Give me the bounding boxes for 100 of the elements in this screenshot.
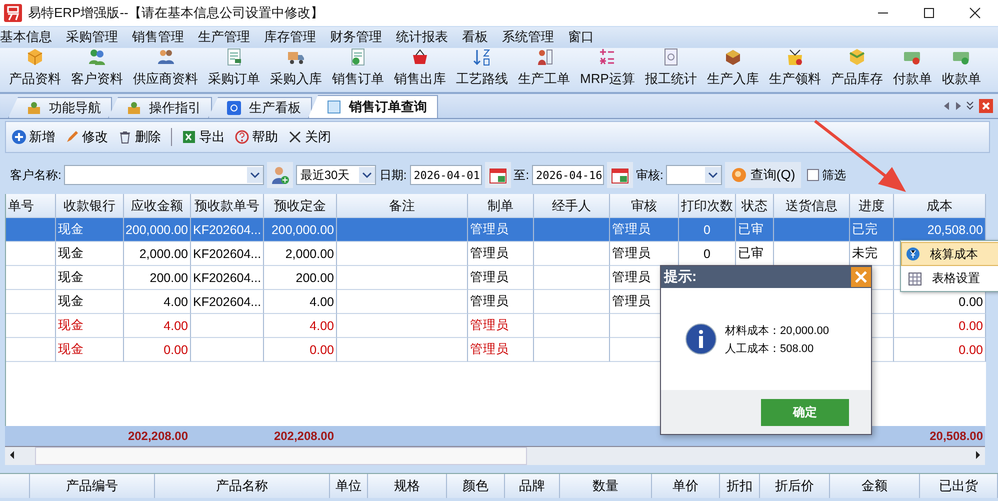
message-text: 人工成本：508.00 <box>725 342 815 356</box>
menu-item[interactable]: 生产管理 <box>198 28 258 46</box>
calendar-button[interactable] <box>607 162 634 188</box>
ok-button[interactable]: 确定 <box>761 398 849 426</box>
dropdown-icon <box>359 167 376 183</box>
toolbar-button[interactable]: 销售订单 <box>327 48 389 92</box>
menu-item[interactable]: 采购管理 <box>66 28 126 46</box>
search-icon <box>731 167 748 183</box>
table-cell: 管理员 <box>468 290 534 314</box>
close-icon <box>288 130 302 144</box>
table-cell: 0.00 <box>894 314 986 338</box>
close-icon[interactable] <box>979 99 993 113</box>
cube-icon <box>25 48 45 67</box>
calendar-icon <box>611 166 630 184</box>
tab[interactable]: 生产看板 <box>208 97 312 118</box>
table-cell: 已完 <box>850 218 894 242</box>
column-header[interactable]: 已出货 <box>920 474 998 498</box>
menu-item[interactable]: 财务管理 <box>330 28 390 46</box>
tab[interactable]: 功能导航 <box>8 97 112 118</box>
date-field[interactable]: 2026-04-16 <box>532 165 604 185</box>
toolbar-button[interactable]: 新增 <box>12 128 55 146</box>
table-cell: 2,000.00 <box>124 242 191 266</box>
table-row[interactable]: 现金 200,000.00 KF202604... 200,000.00 管理员 管理员 0 已审 已完 20,508.00 <box>6 218 986 242</box>
table-cell: 现金 <box>56 242 124 266</box>
dropdown-field[interactable]: 最近30天 <box>296 165 376 185</box>
checkbox[interactable] <box>807 169 820 181</box>
column-header[interactable]: 产品编号 <box>30 474 155 498</box>
menu-item[interactable]: 核算成本 <box>901 242 998 266</box>
table-icon <box>906 270 922 286</box>
calendar-button[interactable] <box>484 162 511 188</box>
menu-item[interactable]: 统计报表 <box>396 28 456 46</box>
column-header[interactable]: 单位 <box>330 474 368 498</box>
field-label: 客户名称: <box>10 166 62 184</box>
toolbar-button[interactable]: 产品库存 <box>826 48 888 92</box>
menu-item[interactable]: 销售管理 <box>132 28 192 46</box>
toolbar-button[interactable]: 产品资料 <box>4 48 66 92</box>
dropdown-icon <box>247 167 264 183</box>
table-cell: 200.00 <box>124 266 191 290</box>
person-add-icon <box>270 165 290 185</box>
toolbar-button[interactable]: 修改 <box>65 128 108 146</box>
table-cell: KF202604... <box>191 242 264 266</box>
scrollbar[interactable] <box>5 446 985 465</box>
toolbar-button[interactable]: 采购入库 <box>265 48 327 92</box>
table-cell: 管理员 <box>468 314 534 338</box>
column-header[interactable]: 颜色 <box>447 474 505 498</box>
table-cell: 200.00 <box>264 266 337 290</box>
table-cell: 管理员 <box>468 218 534 242</box>
add-customer-button[interactable] <box>267 162 294 188</box>
dropdown-icon <box>705 167 722 183</box>
tab[interactable]: 操作指引 <box>108 97 212 118</box>
table-cell: 管理员 <box>468 242 534 266</box>
table-cell: 200,000.00 <box>124 218 191 242</box>
basket-icon <box>410 48 430 67</box>
toolbar-button[interactable]: 报工统计 <box>640 48 702 92</box>
query-button[interactable]: 查询(Q) <box>725 162 802 188</box>
toolbar-button[interactable]: 供应商资料 <box>128 48 203 92</box>
menu-item[interactable]: 系统管理 <box>502 28 562 46</box>
dropdown-field[interactable] <box>666 165 722 185</box>
cube-icon <box>846 48 867 67</box>
toolbar-button[interactable]: 帮助 <box>235 128 278 146</box>
coin-icon <box>906 247 920 261</box>
column-header[interactable]: 数量 <box>560 474 652 498</box>
logo-icon <box>4 4 22 22</box>
menu-item[interactable]: 基本信息 <box>0 28 60 46</box>
person-icon <box>127 101 141 115</box>
toolbar-button[interactable]: 导出 <box>182 128 225 146</box>
calendar-icon <box>488 166 507 184</box>
toolbar-button[interactable]: 工艺路线 <box>451 48 513 92</box>
tab[interactable]: 销售订单查询 <box>308 95 438 118</box>
toolbar-button[interactable]: 生产入库 <box>702 48 764 92</box>
column-header[interactable]: 折扣 <box>720 474 760 498</box>
close-icon <box>969 7 981 19</box>
total-value: 202,208.00 <box>272 428 335 445</box>
column-header[interactable]: 规格 <box>368 474 447 498</box>
column-header[interactable]: 金额 <box>830 474 920 498</box>
toolbar-button[interactable]: 采购订单 <box>203 48 265 92</box>
date-field[interactable]: 2026-04-01 <box>410 165 482 185</box>
people-icon <box>87 48 107 67</box>
column-header[interactable]: 单价 <box>652 474 720 498</box>
column-header[interactable]: 折后价 <box>760 474 830 498</box>
field-label: 审核: <box>636 166 664 184</box>
toolbar-button[interactable]: 收款单 <box>936 48 986 92</box>
menu-item[interactable]: 窗口 <box>568 28 602 46</box>
dropdown-field[interactable] <box>64 165 264 185</box>
menu-item[interactable]: 看板 <box>462 28 496 46</box>
toolbar-button[interactable]: 客户资料 <box>66 48 128 92</box>
toolbar-button[interactable]: 付款单 <box>888 48 937 92</box>
toolbar-button[interactable]: 删除 <box>118 128 161 146</box>
table-cell: 0 <box>679 218 736 242</box>
table-cell: 现金 <box>56 266 124 290</box>
chevron-icon[interactable] <box>966 101 974 111</box>
column-header[interactable]: 品牌 <box>505 474 560 498</box>
toolbar-button[interactable]: 销售出库 <box>389 48 451 92</box>
toolbar-button[interactable]: 生产工单 <box>513 48 575 92</box>
menu-item[interactable]: 库存管理 <box>264 28 324 46</box>
toolbar-button[interactable]: 关闭 <box>288 128 331 146</box>
column-header[interactable]: 产品名称 <box>155 474 330 498</box>
table-cell: 现金 <box>56 290 124 314</box>
toolbar-button[interactable]: MRP运算 <box>575 48 640 92</box>
toolbar-button[interactable]: 生产领料 <box>764 48 826 92</box>
